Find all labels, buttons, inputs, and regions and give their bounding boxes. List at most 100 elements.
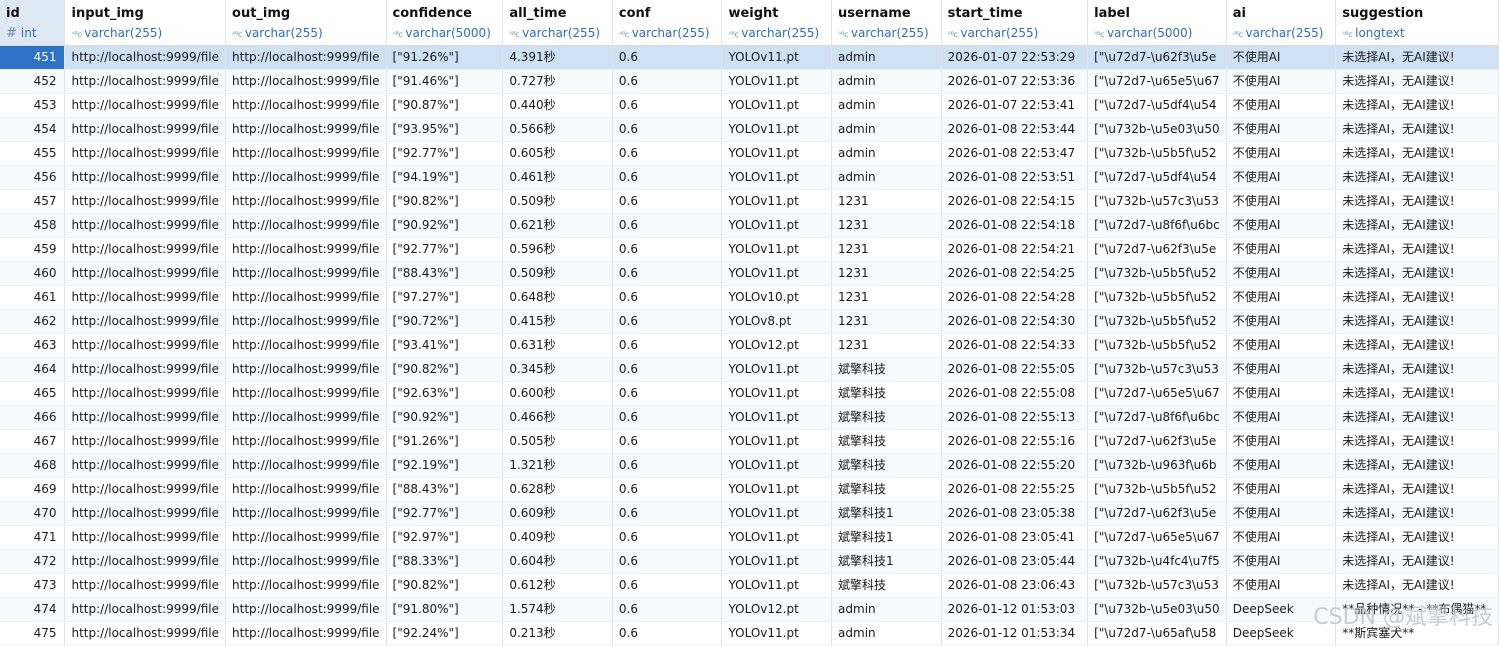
- cell-input-img[interactable]: http://localhost:9999/file: [64, 453, 227, 478]
- cell-weight[interactable]: YOLOv11.pt: [721, 117, 833, 142]
- cell-username[interactable]: 1231: [831, 333, 942, 358]
- cell-all-time[interactable]: 0.727秒: [502, 69, 613, 94]
- cell-start-time[interactable]: 2026-01-08 22:55:08: [941, 381, 1089, 406]
- cell-start-time[interactable]: 2026-01-08 22:54:21: [941, 237, 1089, 262]
- cell-suggestion[interactable]: 未选择AI，无AI建议!: [1335, 285, 1499, 310]
- cell-id[interactable]: 467: [0, 429, 66, 454]
- cell-out-img[interactable]: http://localhost:9999/file: [225, 333, 387, 358]
- cell-suggestion[interactable]: 未选择AI，无AI建议!: [1335, 357, 1499, 382]
- cell-ai[interactable]: 不使用AI: [1226, 333, 1337, 358]
- cell-out-img[interactable]: http://localhost:9999/file: [225, 525, 387, 550]
- cell-username[interactable]: 斌擎科技: [831, 477, 942, 502]
- cell-suggestion[interactable]: 未选择AI，无AI建议!: [1335, 381, 1499, 406]
- cell-confidence[interactable]: ["92.24%"]: [386, 621, 504, 646]
- column-header-id[interactable]: id # int: [0, 0, 66, 46]
- cell-input-img[interactable]: http://localhost:9999/file: [64, 141, 227, 166]
- cell-ai[interactable]: 不使用AI: [1226, 525, 1337, 550]
- cell-suggestion[interactable]: 未选择AI，无AI建议!: [1335, 525, 1499, 550]
- cell-username[interactable]: 斌擎科技1: [831, 501, 942, 526]
- cell-input-img[interactable]: http://localhost:9999/file: [64, 525, 227, 550]
- cell-id[interactable]: 474: [0, 597, 66, 622]
- cell-label[interactable]: ["\u72d7-\u62f3\u5e: [1087, 429, 1227, 454]
- cell-ai[interactable]: 不使用AI: [1226, 213, 1337, 238]
- table-row[interactable]: 459 http://localhost:9999/file http://loca…: [0, 237, 1499, 262]
- cell-conf[interactable]: 0.6: [612, 477, 723, 502]
- cell-all-time[interactable]: 0.213秒: [502, 621, 613, 646]
- cell-all-time[interactable]: 0.648秒: [502, 285, 613, 310]
- cell-suggestion[interactable]: 未选择AI，无AI建议!: [1335, 477, 1499, 502]
- cell-confidence[interactable]: ["90.82%"]: [386, 189, 504, 214]
- cell-out-img[interactable]: http://localhost:9999/file: [225, 261, 387, 286]
- cell-label[interactable]: ["\u732b-\u5b5f\u52: [1087, 141, 1227, 166]
- cell-conf[interactable]: 0.6: [612, 93, 723, 118]
- cell-username[interactable]: 斌擎科技: [831, 357, 942, 382]
- cell-weight[interactable]: YOLOv11.pt: [721, 549, 833, 574]
- cell-weight[interactable]: YOLOv11.pt: [721, 165, 833, 190]
- cell-id[interactable]: 465: [0, 381, 66, 406]
- cell-confidence[interactable]: ["88.43%"]: [386, 261, 504, 286]
- cell-input-img[interactable]: http://localhost:9999/file: [64, 357, 227, 382]
- cell-username[interactable]: 斌擎科技: [831, 429, 942, 454]
- cell-ai[interactable]: 不使用AI: [1226, 237, 1337, 262]
- cell-label[interactable]: ["\u72d7-\u65af\u58: [1087, 621, 1227, 646]
- cell-label[interactable]: ["\u732b-\u963f\u6b: [1087, 453, 1227, 478]
- cell-suggestion[interactable]: 未选择AI，无AI建议!: [1335, 69, 1499, 94]
- cell-out-img[interactable]: http://localhost:9999/file: [225, 165, 387, 190]
- cell-weight[interactable]: YOLOv11.pt: [721, 93, 833, 118]
- cell-label[interactable]: ["\u732b-\u5b5f\u52: [1087, 333, 1227, 358]
- cell-input-img[interactable]: http://localhost:9999/file: [64, 549, 227, 574]
- cell-start-time[interactable]: 2026-01-12 01:53:34: [941, 621, 1089, 646]
- cell-id[interactable]: 464: [0, 357, 66, 382]
- cell-label[interactable]: ["\u72d7-\u65e5\u67: [1087, 69, 1227, 94]
- cell-suggestion[interactable]: 未选择AI，无AI建议!: [1335, 405, 1499, 430]
- cell-label[interactable]: ["\u732b-\u5e03\u50: [1087, 597, 1227, 622]
- table-row[interactable]: 469 http://localhost:9999/file http://loca…: [0, 477, 1499, 502]
- cell-weight[interactable]: YOLOv12.pt: [721, 597, 833, 622]
- cell-confidence[interactable]: ["92.63%"]: [386, 381, 504, 406]
- cell-confidence[interactable]: ["91.26%"]: [386, 429, 504, 454]
- cell-weight[interactable]: YOLOv11.pt: [721, 477, 833, 502]
- cell-confidence[interactable]: ["92.77%"]: [386, 237, 504, 262]
- cell-username[interactable]: 1231: [831, 189, 942, 214]
- cell-input-img[interactable]: http://localhost:9999/file: [64, 189, 227, 214]
- table-row[interactable]: 462 http://localhost:9999/file http://loca…: [0, 309, 1499, 334]
- cell-weight[interactable]: YOLOv12.pt: [721, 333, 833, 358]
- cell-all-time[interactable]: 0.509秒: [502, 261, 613, 286]
- cell-suggestion[interactable]: 未选择AI，无AI建议!: [1335, 261, 1499, 286]
- cell-weight[interactable]: YOLOv11.pt: [721, 69, 833, 94]
- cell-ai[interactable]: 不使用AI: [1226, 501, 1337, 526]
- cell-confidence[interactable]: ["92.77%"]: [386, 501, 504, 526]
- cell-all-time[interactable]: 0.600秒: [502, 381, 613, 406]
- cell-suggestion[interactable]: 未选择AI，无AI建议!: [1335, 309, 1499, 334]
- table-row[interactable]: 452 http://localhost:9999/file http://loca…: [0, 69, 1499, 94]
- cell-out-img[interactable]: http://localhost:9999/file: [225, 453, 387, 478]
- cell-start-time[interactable]: 2026-01-08 22:54:18: [941, 213, 1089, 238]
- cell-username[interactable]: 斌擎科技: [831, 573, 942, 598]
- cell-username[interactable]: 斌擎科技: [831, 453, 942, 478]
- cell-weight[interactable]: YOLOv11.pt: [721, 213, 833, 238]
- cell-input-img[interactable]: http://localhost:9999/file: [64, 501, 227, 526]
- cell-conf[interactable]: 0.6: [612, 549, 723, 574]
- cell-confidence[interactable]: ["88.43%"]: [386, 477, 504, 502]
- cell-username[interactable]: admin: [831, 69, 942, 94]
- table-row[interactable]: 463 http://localhost:9999/file http://loca…: [0, 333, 1499, 358]
- cell-all-time[interactable]: 4.391秒: [502, 45, 613, 70]
- cell-label[interactable]: ["\u72d7-\u62f3\u5e: [1087, 45, 1227, 70]
- cell-out-img[interactable]: http://localhost:9999/file: [225, 237, 387, 262]
- cell-input-img[interactable]: http://localhost:9999/file: [64, 237, 227, 262]
- cell-input-img[interactable]: http://localhost:9999/file: [64, 93, 227, 118]
- cell-label[interactable]: ["\u732b-\u5e03\u50: [1087, 117, 1227, 142]
- table-row[interactable]: 455 http://localhost:9999/file http://loca…: [0, 141, 1499, 166]
- cell-weight[interactable]: YOLOv11.pt: [721, 237, 833, 262]
- cell-out-img[interactable]: http://localhost:9999/file: [225, 285, 387, 310]
- cell-suggestion[interactable]: 未选择AI，无AI建议!: [1335, 165, 1499, 190]
- cell-all-time[interactable]: 0.631秒: [502, 333, 613, 358]
- cell-conf[interactable]: 0.6: [612, 405, 723, 430]
- cell-conf[interactable]: 0.6: [612, 261, 723, 286]
- cell-id[interactable]: 461: [0, 285, 66, 310]
- cell-all-time[interactable]: 0.409秒: [502, 525, 613, 550]
- cell-conf[interactable]: 0.6: [612, 117, 723, 142]
- table-row[interactable]: 460 http://localhost:9999/file http://loca…: [0, 261, 1499, 286]
- cell-conf[interactable]: 0.6: [612, 357, 723, 382]
- cell-label[interactable]: ["\u72d7-\u65e5\u67: [1087, 381, 1227, 406]
